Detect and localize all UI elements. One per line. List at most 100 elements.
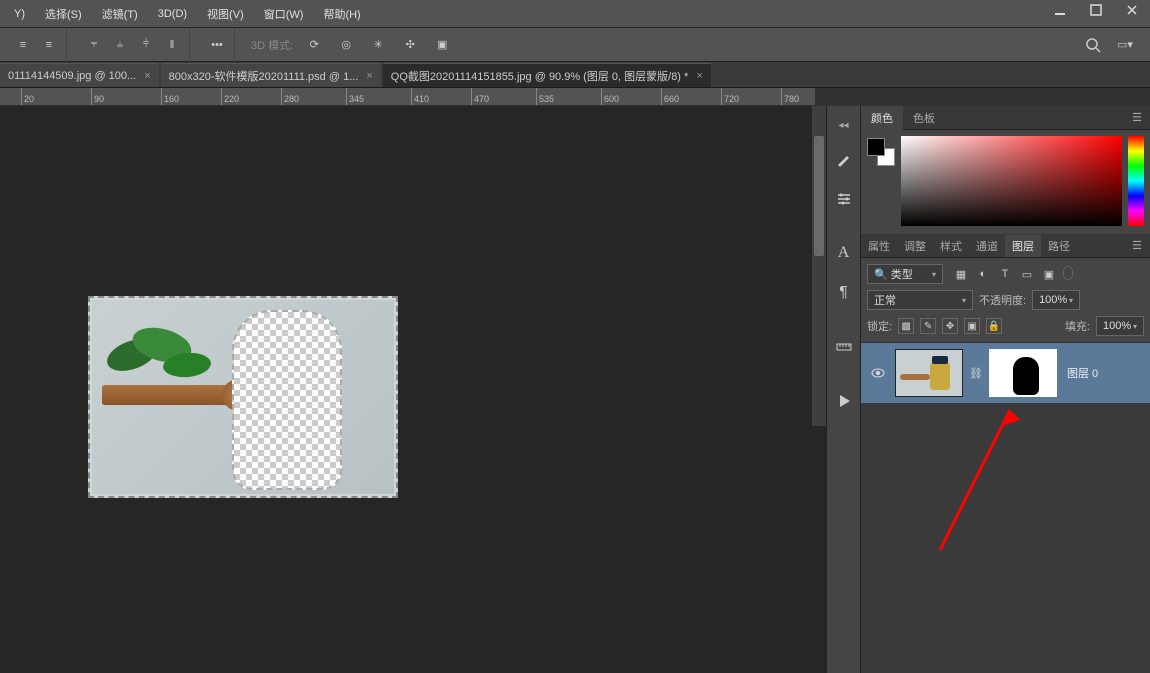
menu-item-help[interactable]: 帮助(H) [313, 2, 370, 26]
camera-icon[interactable]: ▣ [431, 34, 453, 56]
right-panels: 颜色 色板 ☰ 属性 调整 样式 通道 图层 路径 ☰ 🔍 类 [860, 106, 1150, 673]
document-canvas[interactable] [88, 296, 398, 498]
filter-smart-icon[interactable]: ▣ [1041, 266, 1057, 282]
filter-shape-icon[interactable]: ▭ [1019, 266, 1035, 282]
window-controls [1042, 0, 1150, 20]
ruler-tick: 470 [471, 88, 489, 106]
color-picker-field[interactable] [901, 136, 1122, 226]
tab-swatches[interactable]: 色板 [903, 106, 945, 130]
tab-layers[interactable]: 图层 [1005, 235, 1041, 257]
menu-item-select[interactable]: 选择(S) [35, 2, 92, 26]
lock-label: 锁定: [867, 318, 892, 334]
close-button[interactable] [1114, 0, 1150, 20]
menu-item-window[interactable]: 窗口(W) [254, 2, 314, 26]
document-tab-2[interactable]: QQ截图20201114151855.jpg @ 90.9% (图层 0, 图层… [383, 63, 711, 87]
character-panel-icon[interactable]: A [833, 242, 855, 264]
close-icon[interactable]: × [696, 70, 702, 82]
align-top-icon[interactable]: ⫧ [83, 34, 105, 56]
maximize-button[interactable] [1078, 0, 1114, 20]
panel-menu-icon[interactable]: ☰ [1124, 239, 1150, 252]
tab-paths[interactable]: 路径 [1041, 235, 1077, 257]
minimize-button[interactable] [1042, 0, 1078, 20]
doctab-label: 01114144509.jpg @ 100... [8, 70, 136, 82]
layer-row[interactable]: ⛓ 图层 0 [861, 343, 1150, 403]
align-bottom-icon[interactable]: ⫩ [135, 34, 157, 56]
filter-pixel-icon[interactable]: ▦ [953, 266, 969, 282]
tab-color[interactable]: 颜色 [861, 106, 903, 130]
masked-cutout [232, 310, 342, 490]
ruler-tick: 90 [91, 88, 104, 106]
fill-value: 100% [1103, 320, 1131, 332]
more-options-icon[interactable]: ••• [206, 34, 228, 56]
lock-all-icon[interactable]: 🔒 [986, 318, 1002, 334]
tab-properties[interactable]: 属性 [861, 235, 897, 257]
document-tab-bar: 01114144509.jpg @ 100... × 800x320-软件模版20… [0, 62, 1150, 88]
menubar: Y) 选择(S) 滤镜(T) 3D(D) 视图(V) 窗口(W) 帮助(H) [0, 0, 1150, 28]
ruler-tick: 410 [411, 88, 429, 106]
measure-panel-icon[interactable] [833, 336, 855, 358]
menu-item-y[interactable]: Y) [4, 4, 35, 24]
layer-filter-kind-select[interactable]: 🔍 类型▾ [867, 264, 943, 284]
dolly-icon[interactable]: ✳ [367, 34, 389, 56]
layer-mask-thumbnail[interactable] [989, 349, 1057, 397]
mode-3d-label: 3D 模式: [251, 37, 293, 53]
layer-thumbnail[interactable] [895, 349, 963, 397]
lock-transparency-icon[interactable]: ▩ [898, 318, 914, 334]
fg-bg-swatch[interactable] [867, 138, 895, 166]
pan-icon[interactable]: ◎ [335, 34, 357, 56]
orbit-icon[interactable]: ⟳ [303, 34, 325, 56]
lock-position-icon[interactable]: ✥ [942, 318, 958, 334]
search-icon[interactable] [1082, 34, 1104, 56]
opacity-input[interactable]: 100%▾ [1032, 290, 1080, 310]
panel-menu-icon[interactable]: ☰ [1124, 111, 1150, 124]
adjustments-panel-icon[interactable] [833, 188, 855, 210]
filter-type-icon[interactable]: T [997, 266, 1013, 282]
tab-adjustments[interactable]: 调整 [897, 235, 933, 257]
filter-adjust-icon[interactable]: ◐ [975, 266, 991, 282]
color-panel [861, 130, 1150, 234]
document-tab-1[interactable]: 800x320-软件模版20201111.psd @ 1...× [161, 63, 381, 87]
menu-item-filter[interactable]: 滤镜(T) [92, 2, 148, 26]
brush-panel-icon[interactable] [833, 148, 855, 170]
leaves-graphic [102, 320, 222, 390]
layers-controls: 🔍 类型▾ ▦ ◐ T ▭ ▣ 正常▾ 不透明度: 100%▾ 锁定: [861, 258, 1150, 343]
expand-panel-icon[interactable]: ◂◂ [833, 120, 855, 130]
document-tab-0[interactable]: 01114144509.jpg @ 100... × [0, 63, 159, 87]
lock-paint-icon[interactable]: ✎ [920, 318, 936, 334]
slide-icon[interactable]: ✣ [399, 34, 421, 56]
canvas-area[interactable] [0, 106, 826, 673]
mask-link-icon[interactable]: ⛓ [969, 367, 983, 380]
align-left-icon[interactable]: ≡ [12, 34, 34, 56]
ruler-tick: 220 [221, 88, 239, 106]
horizontal-ruler: 20 90 160 220 280 345 410 470 535 600 66… [0, 88, 815, 106]
align-vcenter-icon[interactable]: ⫨ [109, 34, 131, 56]
menu-item-view[interactable]: 视图(V) [197, 2, 254, 26]
close-icon[interactable]: × [144, 70, 150, 82]
ruler-tick: 660 [661, 88, 679, 106]
tab-channels[interactable]: 通道 [969, 235, 1005, 257]
layer-name[interactable]: 图层 0 [1067, 365, 1098, 381]
opacity-label: 不透明度: [979, 292, 1026, 308]
menu-item-3d[interactable]: 3D(D) [148, 4, 197, 24]
vertical-scrollbar[interactable] [812, 106, 826, 426]
workspace: ◂◂ A ¶ 颜色 色板 ☰ 属性 调整 样式 通道 图层 [0, 106, 1150, 673]
fill-label: 填充: [1065, 318, 1090, 334]
lock-artboard-icon[interactable]: ▣ [964, 318, 980, 334]
scrollbar-thumb[interactable] [814, 136, 824, 256]
fill-input[interactable]: 100%▾ [1096, 316, 1144, 336]
align-right-icon[interactable]: ≡ [38, 34, 60, 56]
options-bar: ≡ ≡ ⫧ ⫨ ⫩ ‖ ••• 3D 模式: ⟳ ◎ ✳ ✣ ▣ ▭▾ [0, 28, 1150, 62]
foreground-color-swatch[interactable] [867, 138, 885, 156]
play-panel-icon[interactable] [833, 390, 855, 412]
ruler-tick: 345 [346, 88, 364, 106]
hue-strip[interactable] [1128, 136, 1144, 226]
paragraph-panel-icon[interactable]: ¶ [833, 282, 855, 304]
blend-mode-value: 正常 [874, 292, 896, 308]
align-stretch-icon[interactable]: ‖ [161, 34, 183, 56]
workspace-switch-icon[interactable]: ▭▾ [1114, 34, 1136, 56]
layer-visibility-toggle[interactable] [867, 365, 889, 381]
tab-styles[interactable]: 样式 [933, 235, 969, 257]
close-icon[interactable]: × [366, 70, 372, 82]
blend-mode-select[interactable]: 正常▾ [867, 290, 973, 310]
filter-toggle-icon[interactable] [1063, 266, 1073, 280]
